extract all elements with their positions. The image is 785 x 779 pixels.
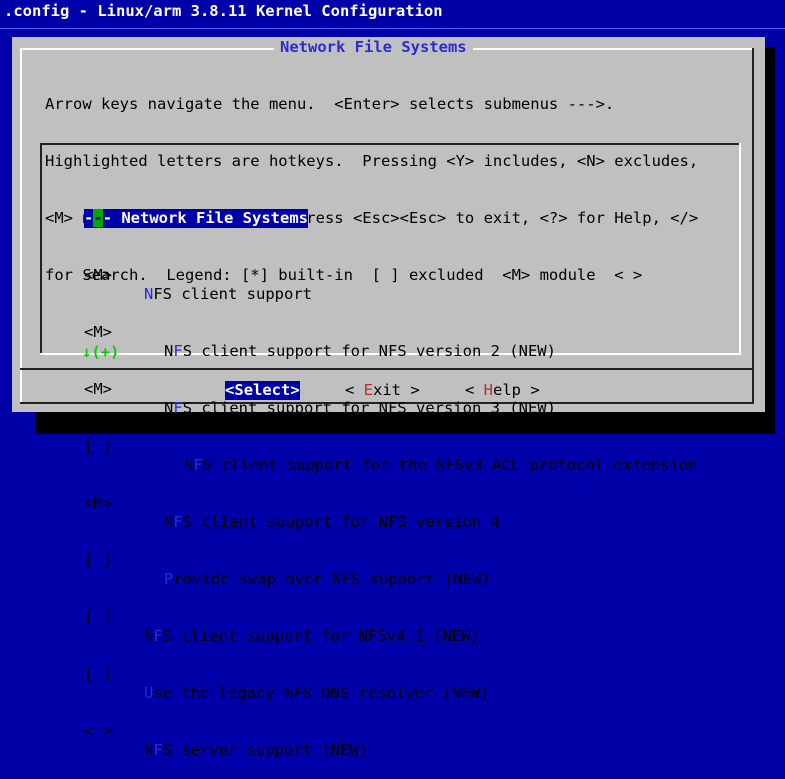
dialog-border-left	[20, 48, 22, 404]
dialog-shadow-right	[765, 47, 775, 434]
button-bracket: <	[345, 381, 364, 399]
item-label: S client support for NFSv4.1 (NEW)	[162, 627, 480, 645]
dialog-title: Network File Systems	[274, 38, 473, 57]
dialog-border-right	[752, 48, 754, 404]
item-hotkey: F	[153, 627, 163, 645]
menu-item[interactable]: [ ] NFS client support for the NFSv3 ACL…	[46, 418, 697, 474]
item-state: [ ]	[84, 551, 112, 569]
menu-item[interactable]: <M> NFS client support for NFS version 4	[46, 475, 500, 531]
button-separator	[20, 368, 754, 370]
menu-item[interactable]: <M> NFS client support for NFS version 2…	[46, 304, 556, 360]
menu-item[interactable]: <M> NFS client support for NFS version 3…	[46, 361, 556, 417]
button-hotkey: S	[234, 381, 244, 399]
menu-item-network-file-systems[interactable]: --- Network File Systems	[46, 190, 308, 228]
button-label: elect	[243, 381, 291, 399]
item-hotkey: N	[144, 285, 154, 303]
item-state: [ ]	[84, 608, 112, 626]
button-label: elp	[493, 381, 522, 399]
item-label: S client support for NFS version 3 (NEW)	[182, 399, 556, 417]
button-bracket: >	[401, 381, 420, 399]
item-label: S client support for NFS version 4	[182, 513, 500, 531]
text-cursor: -	[93, 209, 103, 227]
item-hotkey: F	[193, 456, 203, 474]
button-bracket: <	[465, 381, 484, 399]
item-state: <M>	[84, 323, 112, 341]
help-button[interactable]: < Help >	[465, 381, 540, 400]
button-label: xit	[373, 381, 402, 399]
menu-item-label: - Network File Systems	[102, 209, 308, 227]
menuconfig-dialog: Network File Systems Arrow keys navigate…	[12, 37, 765, 759]
item-prefix: N	[164, 513, 174, 531]
select-button[interactable]: <Select>	[225, 381, 300, 400]
button-bracket: <	[225, 381, 235, 399]
menu-list: --- Network File Systems <M> NFS client …	[46, 152, 697, 760]
menu-item[interactable]: < > NFS server support (NEW)	[46, 703, 368, 759]
menu-item[interactable]: [ ] NFS client support for NFSv4.1 (NEW)	[46, 589, 480, 645]
exit-button[interactable]: < Exit >	[345, 381, 420, 400]
button-hotkey: E	[363, 381, 374, 399]
cursor-dash: -	[84, 209, 94, 227]
title-divider	[0, 28, 785, 29]
item-hotkey: U	[144, 684, 154, 702]
button-bracket: >	[290, 381, 300, 399]
item-state: <M>	[84, 266, 112, 284]
item-hotkey: F	[173, 342, 183, 360]
item-prefix: N	[144, 627, 154, 645]
item-state: [ ]	[84, 437, 112, 455]
help-line: for Search. Legend: [*] built-in [ ] exc…	[45, 266, 643, 284]
item-label: S client support for NFS version 2 (NEW)	[182, 342, 556, 360]
item-prefix: N	[164, 399, 174, 417]
button-bar: <Select> < Exit > < Help >	[12, 381, 765, 400]
scroll-more-indicator[interactable]: ↓(+)	[82, 343, 119, 362]
menu-prefix: --	[84, 209, 103, 227]
item-hotkey: F	[173, 513, 183, 531]
help-line: Highlighted letters are hotkeys. Pressin…	[45, 152, 699, 170]
item-state: [ ]	[84, 665, 112, 683]
item-label: S client support for the NFSv3 ACL proto…	[202, 456, 698, 474]
menu-item[interactable]: [ ] Provide swap over NFS support (NEW)	[46, 532, 491, 588]
item-label: S server support (NEW)	[162, 741, 368, 759]
item-label: se the legacy NFS DNS resolver (NEW)	[153, 684, 490, 702]
item-label: rovide swap over NFS support (NEW)	[173, 570, 491, 588]
menu-item[interactable]: <M> NFS client support	[46, 247, 312, 303]
help-text: Arrow keys navigate the menu. <Enter> se…	[45, 57, 698, 323]
button-hotkey: H	[483, 381, 494, 399]
item-prefix: N	[164, 342, 174, 360]
listbox-border-left	[40, 143, 42, 353]
window-title: .config - Linux/arm 3.8.11 Kernel Config…	[4, 2, 443, 20]
item-hotkey: F	[173, 399, 183, 417]
help-line: Arrow keys navigate the menu. <Enter> se…	[45, 95, 615, 113]
item-hotkey: F	[153, 741, 163, 759]
item-prefix: N	[184, 456, 194, 474]
item-label: FS client support	[153, 285, 312, 303]
item-prefix: N	[144, 741, 154, 759]
item-state: < >	[84, 722, 112, 740]
item-hotkey: P	[164, 570, 174, 588]
item-state: <M>	[84, 494, 112, 512]
menu-item[interactable]: [ ] Use the legacy NFS DNS resolver (NEW…	[46, 646, 489, 702]
listbox-border-right	[739, 143, 741, 355]
button-bracket: >	[521, 381, 540, 399]
listbox-border-top	[40, 143, 739, 145]
cursor-dashes: --	[84, 209, 103, 227]
